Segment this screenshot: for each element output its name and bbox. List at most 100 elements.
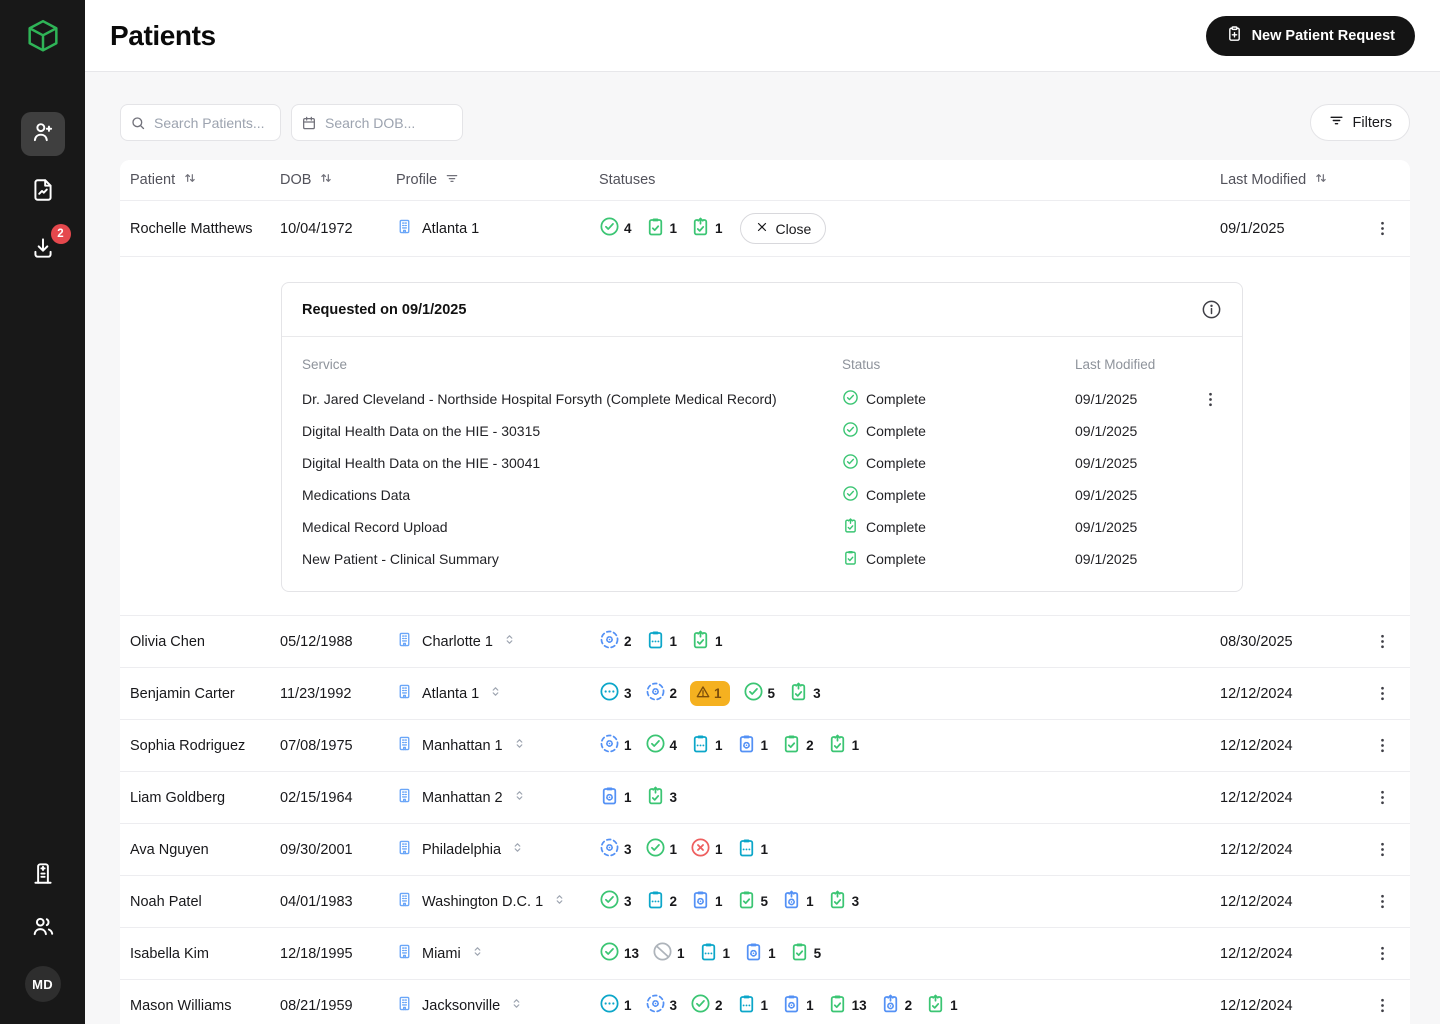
status-badge[interactable]: 1 — [690, 837, 723, 862]
status-badge[interactable]: 2 — [599, 629, 632, 654]
sidebar-item-downloads[interactable]: 2 — [21, 228, 65, 272]
status-badge[interactable]: 5 — [789, 941, 822, 966]
status-badge[interactable]: 1 — [736, 733, 769, 758]
row-menu-button[interactable] — [1354, 684, 1410, 703]
chevron-updown-icon[interactable] — [510, 840, 525, 859]
chevron-updown-icon[interactable] — [512, 736, 527, 755]
column-header-profile[interactable]: Profile — [396, 170, 599, 190]
filter-icon[interactable] — [444, 170, 460, 190]
row-menu-button[interactable] — [1354, 736, 1410, 755]
status-badge[interactable]: 1 — [781, 993, 814, 1018]
hospital-icon — [30, 860, 56, 891]
sort-icon[interactable] — [1313, 170, 1329, 190]
patient-row[interactable]: Olivia Chen05/12/1988Charlotte 121108/30… — [120, 616, 1410, 668]
profile-cell[interactable]: Manhattan 1 — [396, 735, 599, 756]
patient-row[interactable]: Sophia Rodriguez07/08/1975Manhattan 1141… — [120, 720, 1410, 772]
status-badge[interactable]: 1 — [781, 889, 814, 914]
status-badge[interactable]: 1 — [652, 941, 685, 966]
profile-cell[interactable]: Charlotte 1 — [396, 631, 599, 652]
sidebar-item-patients[interactable] — [21, 112, 65, 156]
status-badge[interactable]: 1 — [925, 993, 958, 1018]
circle-check-icon — [842, 485, 859, 505]
status-badge[interactable]: 1 — [690, 216, 723, 241]
status-badge[interactable]: 1 — [736, 837, 769, 862]
close-expanded-button[interactable]: Close — [740, 213, 827, 244]
sidebar-item-team[interactable] — [30, 913, 56, 944]
row-menu-button[interactable] — [1354, 892, 1410, 911]
patient-row[interactable]: Ava Nguyen09/30/2001Philadelphia311112/1… — [120, 824, 1410, 876]
chevron-updown-icon[interactable] — [509, 996, 524, 1015]
status-warning-badge[interactable]: 1 — [690, 681, 730, 706]
row-menu-button[interactable] — [1354, 996, 1410, 1015]
status-badge[interactable]: 2 — [781, 733, 814, 758]
profile-cell[interactable]: Philadelphia — [396, 839, 599, 860]
status-badge[interactable]: 2 — [690, 993, 723, 1018]
status-badge[interactable]: 3 — [599, 681, 632, 706]
status-badge[interactable]: 1 — [645, 837, 678, 862]
status-badge[interactable]: 5 — [736, 889, 769, 914]
row-menu-button[interactable] — [1354, 219, 1410, 238]
column-header-dob[interactable]: DOB — [280, 170, 396, 190]
row-menu-button[interactable] — [1354, 944, 1410, 963]
chevron-updown-icon[interactable] — [512, 788, 527, 807]
row-menu-button[interactable] — [1354, 632, 1410, 651]
status-badge[interactable]: 1 — [743, 941, 776, 966]
status-badge[interactable]: 3 — [788, 681, 821, 706]
status-badge[interactable]: 1 — [690, 889, 723, 914]
status-badge[interactable]: 3 — [599, 889, 632, 914]
info-icon[interactable] — [1201, 299, 1222, 320]
sidebar-item-facilities[interactable] — [30, 860, 56, 891]
column-header-patient[interactable]: Patient — [130, 170, 280, 190]
status-badge[interactable]: 1 — [690, 733, 723, 758]
status-badge[interactable]: 3 — [645, 785, 678, 810]
patient-row[interactable]: Noah Patel04/01/1983Washington D.C. 1321… — [120, 876, 1410, 928]
status-badge[interactable]: 2 — [645, 681, 678, 706]
profile-cell[interactable]: Atlanta 1 — [396, 218, 599, 239]
chevron-updown-icon[interactable] — [470, 944, 485, 963]
status-badge[interactable]: 1 — [645, 216, 678, 241]
status-badge[interactable]: 3 — [827, 889, 860, 914]
status-badge[interactable]: 3 — [645, 993, 678, 1018]
status-badge[interactable]: 1 — [599, 733, 632, 758]
patient-row[interactable]: Rochelle Matthews10/04/1972Atlanta 1411C… — [120, 201, 1410, 257]
status-badge[interactable]: 4 — [645, 733, 678, 758]
profile-cell[interactable]: Miami — [396, 943, 599, 964]
status-badge[interactable]: 1 — [827, 733, 860, 758]
row-menu-button[interactable] — [1354, 840, 1410, 859]
status-badge[interactable]: 1 — [645, 629, 678, 654]
column-header-last-modified[interactable]: Last Modified — [1192, 170, 1354, 190]
service-row: Medications DataComplete09/1/2025 — [302, 479, 1222, 511]
status-badge[interactable]: 1 — [599, 993, 632, 1018]
user-avatar[interactable]: MD — [25, 966, 61, 1002]
sidebar-item-reports[interactable] — [21, 170, 65, 214]
status-badge[interactable]: 2 — [880, 993, 913, 1018]
status-badge[interactable]: 1 — [698, 941, 731, 966]
status-badge[interactable]: 1 — [690, 629, 723, 654]
patient-row[interactable]: Isabella Kim12/18/1995Miami13111512/12/2… — [120, 928, 1410, 980]
status-badge[interactable]: 13 — [827, 993, 867, 1018]
profile-cell[interactable]: Manhattan 2 — [396, 787, 599, 808]
status-badge[interactable]: 1 — [736, 993, 769, 1018]
profile-cell[interactable]: Jacksonville — [396, 995, 599, 1016]
chevron-updown-icon[interactable] — [552, 892, 567, 911]
sort-icon[interactable] — [318, 170, 334, 190]
filters-button[interactable]: Filters — [1310, 104, 1410, 141]
service-menu-button[interactable] — [1198, 390, 1222, 409]
status-badge[interactable]: 4 — [599, 216, 632, 241]
status-badge[interactable]: 1 — [599, 785, 632, 810]
patient-row[interactable]: Liam Goldberg02/15/1964Manhattan 21312/1… — [120, 772, 1410, 824]
status-badge[interactable]: 5 — [743, 681, 776, 706]
new-patient-request-button[interactable]: New Patient Request — [1206, 16, 1415, 56]
chevron-updown-icon[interactable] — [502, 632, 517, 651]
status-badge[interactable]: 2 — [645, 889, 678, 914]
row-menu-button[interactable] — [1354, 788, 1410, 807]
status-badge[interactable]: 13 — [599, 941, 639, 966]
profile-cell[interactable]: Washington D.C. 1 — [396, 891, 599, 912]
patient-row[interactable]: Benjamin Carter11/23/1992Atlanta 1321531… — [120, 668, 1410, 720]
patient-row[interactable]: Mason Williams08/21/1959Jacksonville1321… — [120, 980, 1410, 1024]
profile-cell[interactable]: Atlanta 1 — [396, 683, 599, 704]
sort-icon[interactable] — [182, 170, 198, 190]
chevron-updown-icon[interactable] — [488, 684, 503, 703]
status-badge[interactable]: 3 — [599, 837, 632, 862]
status-badges: 132111321 — [599, 993, 1192, 1018]
